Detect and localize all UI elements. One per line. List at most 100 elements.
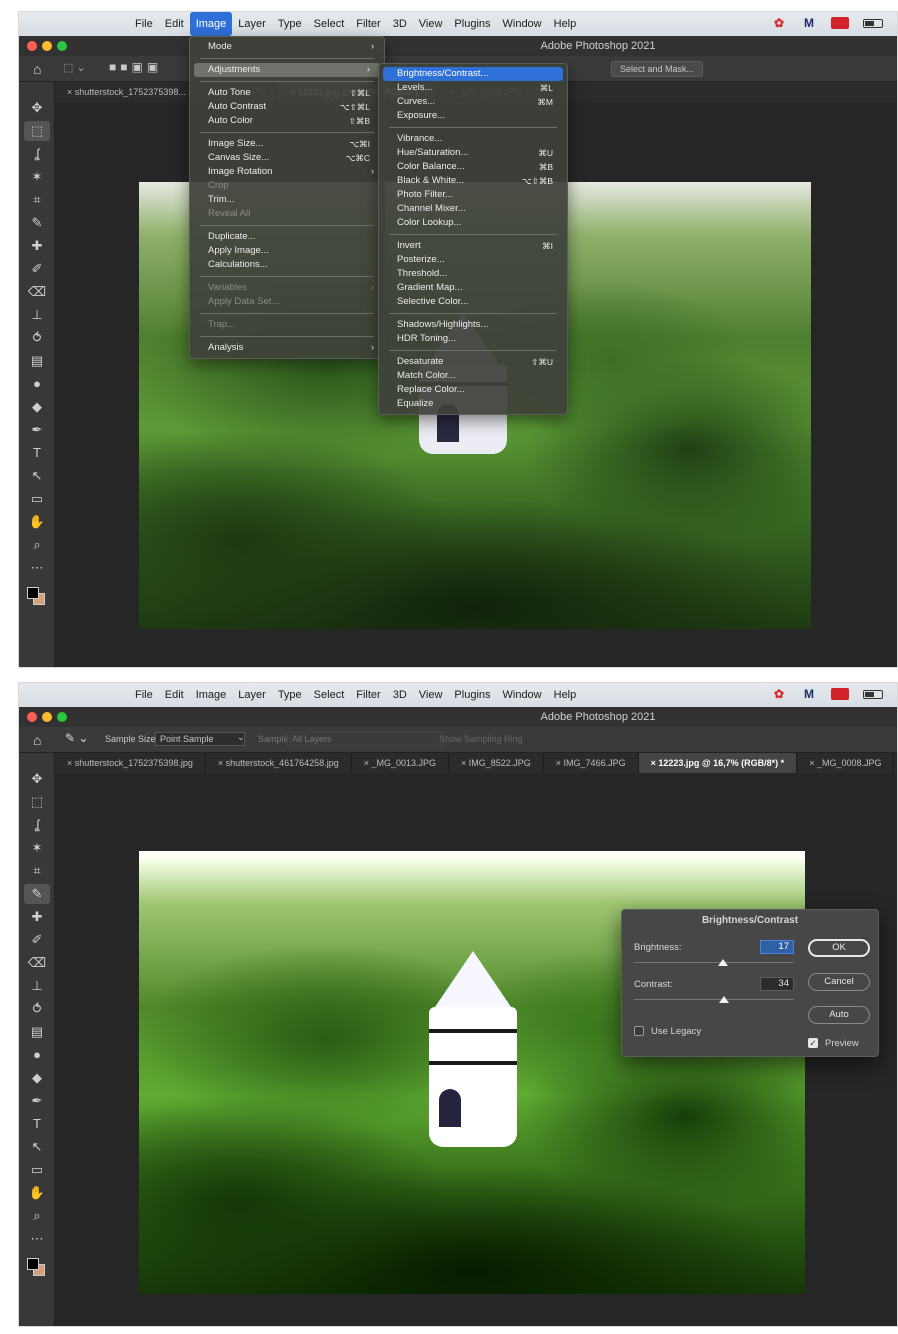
menubar-item-file[interactable]: File — [129, 683, 159, 707]
pen-icon[interactable]: ✒ — [24, 420, 50, 440]
marquee-icon[interactable]: ⬚ — [24, 121, 50, 141]
eraser-icon[interactable]: ⌫ — [24, 953, 50, 973]
move-icon[interactable]: ✥ — [24, 98, 50, 118]
menu-item-image-rotation[interactable]: Image Rotation › — [190, 165, 384, 179]
flag-icon[interactable] — [831, 688, 849, 700]
path-select-icon[interactable]: ↖ — [24, 1137, 50, 1157]
foreground-color-swatch[interactable] — [27, 1258, 39, 1270]
menu-item-match-color[interactable]: Match Color... — [379, 369, 567, 383]
menubar-item-image[interactable]: Image — [190, 683, 233, 707]
clone-stamp-icon[interactable]: ⊥ — [24, 976, 50, 996]
auto-button[interactable]: Auto — [808, 1006, 870, 1024]
menu-item-hue-saturation[interactable]: Hue/Saturation... ⌘U — [379, 146, 567, 160]
document-tab[interactable]: × shutterstock_461764258.jpg — [206, 753, 352, 773]
menubar-item-type[interactable]: Type — [272, 12, 308, 36]
document-tab[interactable]: × 12223.jpg @ 16,7% (RGB/8*) * — [638, 753, 798, 773]
menubar-item-layer[interactable]: Layer — [232, 683, 272, 707]
path-select-icon[interactable]: ↖ — [24, 466, 50, 486]
menubar-item-help[interactable]: Help — [548, 12, 583, 36]
contrast-input[interactable]: 34 — [760, 977, 794, 991]
menubar-item-edit[interactable]: Edit — [159, 683, 190, 707]
menu-item-curves[interactable]: Curves... ⌘M — [379, 95, 567, 109]
menubar-item-plugins[interactable]: Plugins — [448, 683, 496, 707]
shape-icon[interactable]: ▭ — [24, 1160, 50, 1180]
document-tab[interactable]: × _MG_0013.JPG — [352, 753, 449, 773]
menubar-item-plugins[interactable]: Plugins — [448, 12, 496, 36]
clone-stamp-icon[interactable]: ⊥ — [24, 305, 50, 325]
menu-item-auto-contrast[interactable]: Auto Contrast ⌥⇧⌘L — [190, 100, 384, 114]
contrast-slider-thumb[interactable] — [718, 996, 729, 1003]
menu-item-selective-color[interactable]: Selective Color... — [379, 295, 567, 309]
pen-icon[interactable]: ✒ — [24, 1091, 50, 1111]
menu-item-threshold[interactable]: Threshold... — [379, 267, 567, 281]
marquee-options-icon[interactable]: ⬚ ⌄ — [63, 61, 86, 74]
brush-icon[interactable]: ✐ — [24, 259, 50, 279]
menubar-item-select[interactable]: Select — [308, 12, 351, 36]
magic-wand-icon[interactable]: ✶ — [24, 838, 50, 858]
flag-icon[interactable] — [831, 17, 849, 29]
type-icon[interactable]: T — [24, 1114, 50, 1134]
document-tab[interactable]: × _MG_0008.JPG — [797, 753, 895, 773]
battery-icon[interactable] — [863, 19, 883, 28]
menu-item-photo-filter[interactable]: Photo Filter... — [379, 188, 567, 202]
menu-item-channel-mixer[interactable]: Channel Mixer... — [379, 202, 567, 216]
zoom-icon[interactable]: ⌕ — [24, 1206, 50, 1226]
eyedropper-options-icon[interactable]: ✎ ⌄ — [65, 731, 88, 745]
document-tab[interactable]: × IMG_7466.JPG — [544, 753, 639, 773]
brightness-slider-thumb[interactable] — [718, 959, 729, 966]
battery-icon[interactable] — [863, 690, 883, 699]
menu-item-color-lookup[interactable]: Color Lookup... — [379, 216, 567, 230]
menu-item-color-balance[interactable]: Color Balance... ⌘B — [379, 160, 567, 174]
ok-button[interactable]: OK — [808, 939, 870, 957]
menu-item-shadows-highlights[interactable]: Shadows/Highlights... — [379, 318, 567, 332]
menubar-item-window[interactable]: Window — [497, 683, 548, 707]
app-tray-icon[interactable]: M — [801, 686, 817, 702]
more-icon[interactable]: ⋯ — [24, 558, 50, 578]
brightness-input[interactable]: 17 — [760, 940, 794, 954]
sample-select[interactable]: All Layers — [287, 732, 443, 746]
menubar-item-view[interactable]: View — [413, 12, 449, 36]
menu-item-vibrance[interactable]: Vibrance... — [379, 132, 567, 146]
move-icon[interactable]: ✥ — [24, 769, 50, 789]
eyedropper-icon[interactable]: ✎ — [24, 213, 50, 233]
contrast-slider-track[interactable] — [634, 999, 794, 1000]
zoom-icon[interactable]: ⌕ — [24, 535, 50, 555]
select-and-mask-button[interactable]: Select and Mask... — [611, 61, 704, 77]
menu-item-gradient-map[interactable]: Gradient Map... — [379, 281, 567, 295]
gradient-icon[interactable]: ▤ — [24, 351, 50, 371]
history-brush-icon[interactable]: ⥀ — [24, 999, 50, 1019]
menubar-item-3d[interactable]: 3D — [387, 12, 413, 36]
menu-item-mode[interactable]: Mode › — [190, 40, 384, 54]
document-tab[interactable]: × shutterstock_1752375398... — [55, 82, 199, 102]
eyedropper-icon[interactable]: ✎ — [24, 884, 50, 904]
menu-item-analysis[interactable]: Analysis › — [190, 341, 384, 355]
menu-item-invert[interactable]: Invert ⌘I — [379, 239, 567, 253]
creative-cloud-icon[interactable]: ✿ — [771, 15, 787, 31]
menubar-item-filter[interactable]: Filter — [350, 12, 386, 36]
menubar-item-3d[interactable]: 3D — [387, 683, 413, 707]
creative-cloud-icon[interactable]: ✿ — [771, 686, 787, 702]
menubar-item-help[interactable]: Help — [548, 683, 583, 707]
document-tab[interactable]: × IMG_8522.JPG — [449, 753, 544, 773]
menu-item-adjustments[interactable]: Adjustments › — [194, 63, 380, 77]
menu-item-desaturate[interactable]: Desaturate ⇧⌘U — [379, 355, 567, 369]
more-icon[interactable]: ⋯ — [24, 1229, 50, 1249]
menu-item-calculations[interactable]: Calculations... — [190, 258, 384, 272]
magic-wand-icon[interactable]: ✶ — [24, 167, 50, 187]
menubar-item-file[interactable]: File — [129, 12, 159, 36]
menubar-item-view[interactable]: View — [413, 683, 449, 707]
menu-item-canvas-size[interactable]: Canvas Size... ⌥⌘C — [190, 151, 384, 165]
foreground-color-swatch[interactable] — [27, 587, 39, 599]
menubar-item-type[interactable]: Type — [272, 683, 308, 707]
menu-item-image-size[interactable]: Image Size... ⌥⌘I — [190, 137, 384, 151]
menubar-item-edit[interactable]: Edit — [159, 12, 190, 36]
home-icon[interactable]: ⌂ — [33, 732, 41, 748]
chevron-down-icon[interactable]: ⌄ — [237, 732, 245, 743]
menu-item-apply-image[interactable]: Apply Image... — [190, 244, 384, 258]
brightness-slider-track[interactable] — [634, 962, 794, 963]
menu-item-duplicate[interactable]: Duplicate... — [190, 230, 384, 244]
dodge-icon[interactable]: ◆ — [24, 1068, 50, 1088]
eraser-icon[interactable]: ⌫ — [24, 282, 50, 302]
brush-icon[interactable]: ✐ — [24, 930, 50, 950]
menu-item-levels[interactable]: Levels... ⌘L — [379, 81, 567, 95]
